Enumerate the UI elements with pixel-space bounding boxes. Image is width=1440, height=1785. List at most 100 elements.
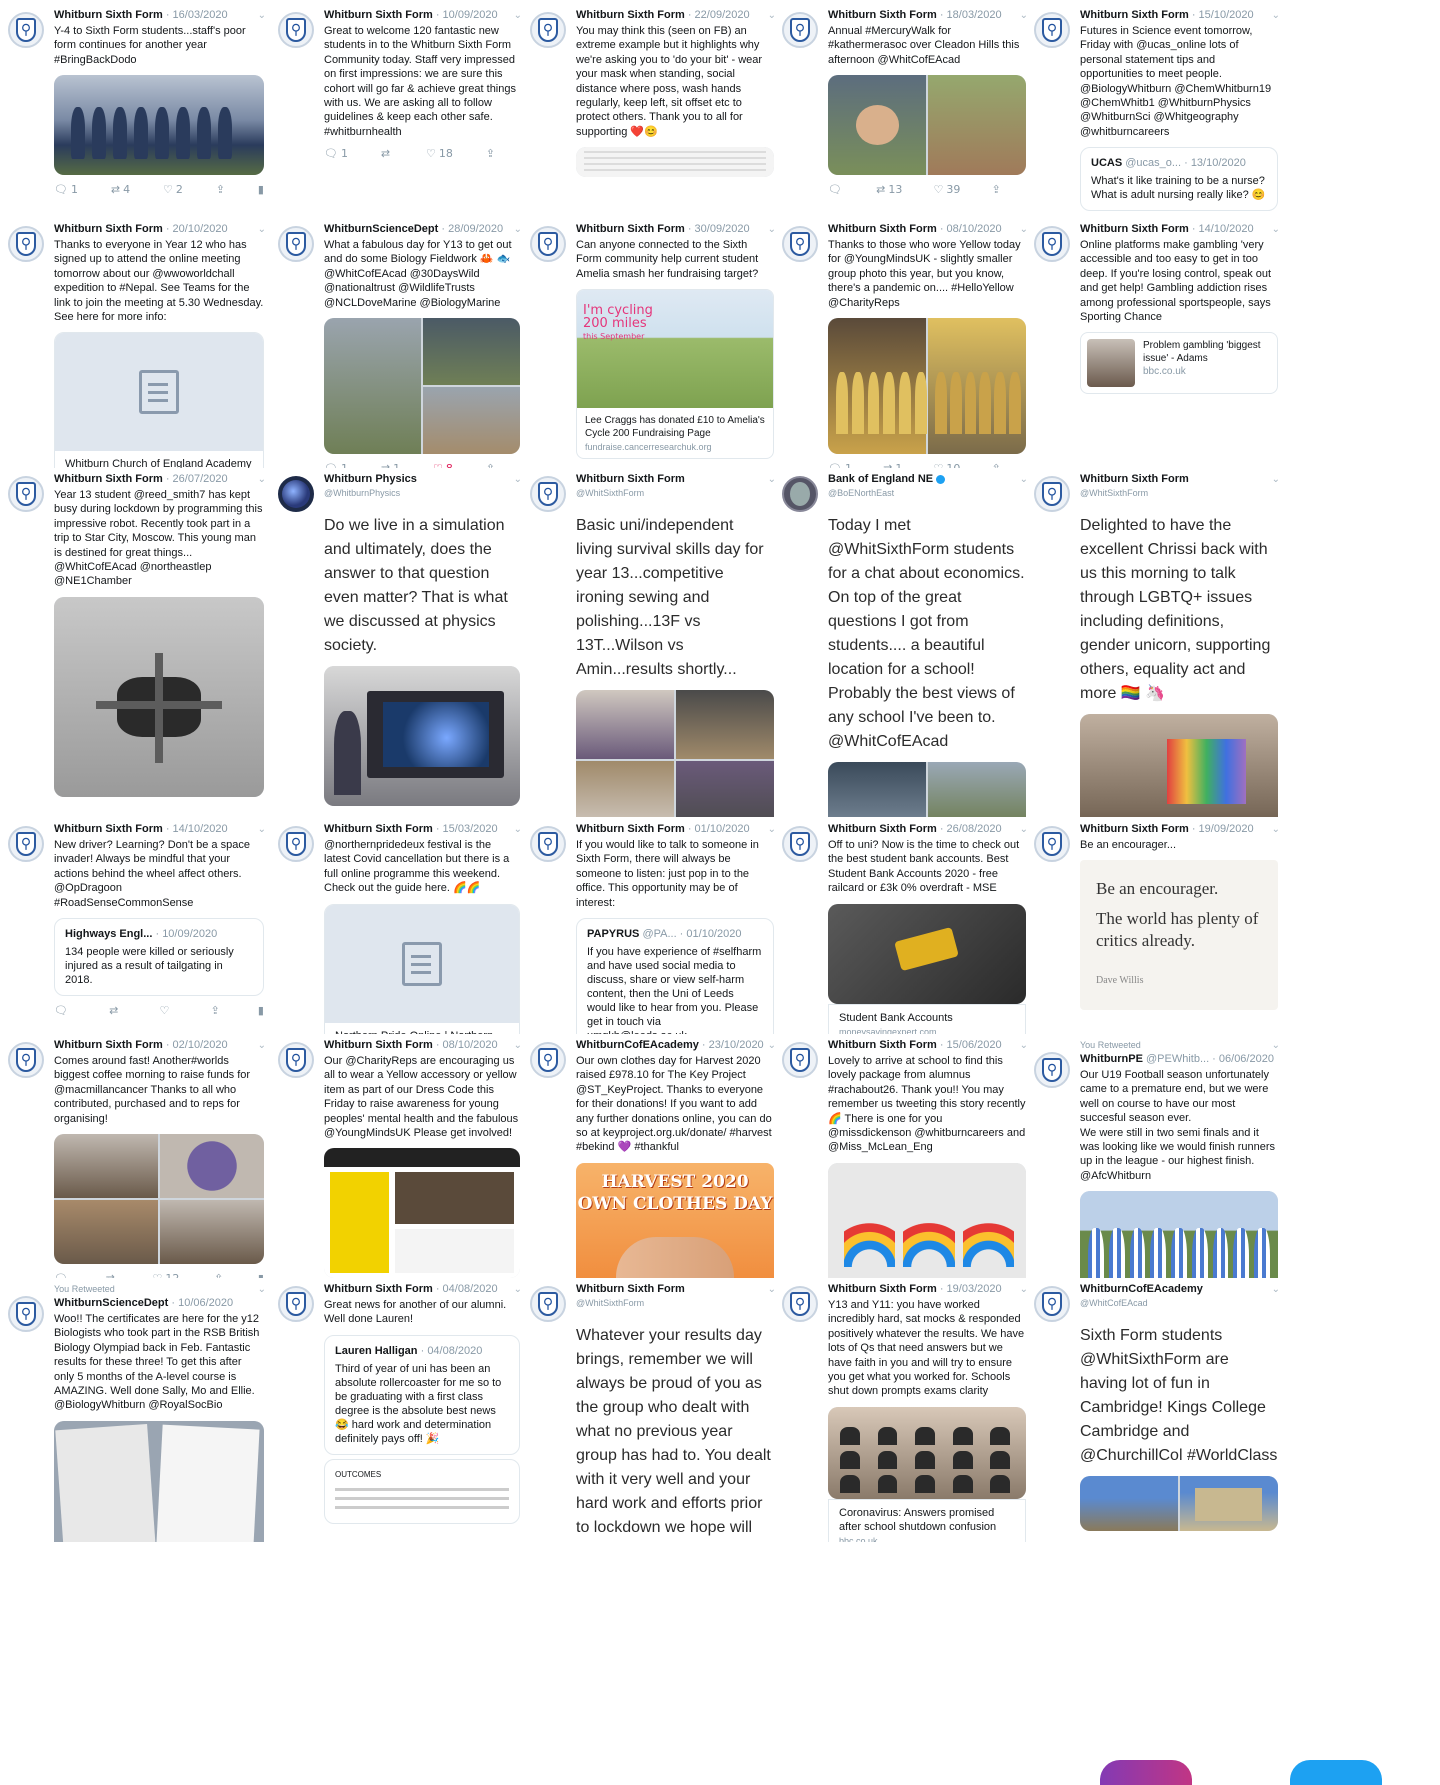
profile-avatar[interactable]: ⚲ (8, 226, 44, 262)
profile-avatar[interactable]: ⚲ (278, 1286, 314, 1322)
account-name[interactable]: WhitburnScienceDept (324, 223, 438, 235)
retweet-button[interactable]: ⇄ (109, 1002, 121, 1018)
share-button[interactable]: ⇪ (214, 1270, 223, 1278)
link-card[interactable]: Northern Pride Online | Northern (324, 903, 520, 1034)
profile-avatar[interactable]: ⚲ (1034, 12, 1070, 48)
link-card-caption[interactable]: Student Bank Accounts moneysavingexpert.c… (828, 1003, 1026, 1034)
tweet-media-image[interactable] (324, 666, 520, 806)
tweet-card[interactable]: ⚲ ⌄ You Retweeted WhitburnScienceDept · 10/… (8, 1282, 270, 1542)
retweet-button[interactable]: ⇄ (381, 145, 393, 161)
tweet-card[interactable]: ⚲ ⌄ Whitburn Sixth Form · 01/10/2020 If you… (530, 822, 780, 1034)
quote-image[interactable]: Be an encourager. The world has plenty of… (1080, 860, 1278, 1011)
account-name[interactable]: Whitburn Sixth Form (54, 223, 163, 235)
tweet-media-image[interactable] (576, 147, 774, 178)
account-name[interactable]: Whitburn Sixth Form (1080, 473, 1189, 485)
share-button[interactable]: ⇪ (211, 1002, 220, 1018)
tweet-media-image[interactable] (828, 903, 1026, 1004)
profile-avatar[interactable]: ⚲ (8, 826, 44, 862)
like-button[interactable]: ♡8 (433, 460, 453, 468)
account-name[interactable]: WhitburnPE (1080, 1053, 1143, 1065)
tweet-card[interactable]: ⚲ ⌄ Whitburn Sixth Form · 20/10/2020 Thanks… (8, 222, 270, 468)
tweet-card[interactable]: ⚲ ⌄ Whitburn Sixth Form · 14/10/2020 New dr… (8, 822, 270, 1034)
tweet-media-image[interactable] (54, 1420, 264, 1542)
tweet-card[interactable]: ⚲ ⌄ Whitburn Sixth Form · 26/08/2020 Off to… (782, 822, 1032, 1034)
profile-avatar[interactable]: ⚲ (278, 826, 314, 862)
profile-avatar[interactable]: ⚲ (530, 12, 566, 48)
account-name[interactable]: WhitburnScienceDept (54, 1297, 168, 1309)
account-name[interactable]: Bank of England NE (828, 473, 933, 485)
tweet-card[interactable]: ⚲ ⌄ Whitburn Sixth Form · 04/08/2020 Great … (278, 1282, 526, 1542)
analytics-button[interactable]: ▮ (258, 1270, 264, 1278)
profile-avatar[interactable]: ⚲ (782, 1042, 818, 1078)
profile-avatar[interactable]: ⚲ (530, 1042, 566, 1078)
tweet-card[interactable]: ⚲ ⌄ Whitburn Sixth Form @WhitSixthForm Basi… (530, 472, 780, 817)
account-name[interactable]: Whitburn Physics (324, 473, 417, 485)
tweet-media-image[interactable] (54, 75, 264, 176)
tweet-media-image[interactable] (828, 318, 1026, 455)
retweet-button[interactable]: ⇄ 4 (111, 181, 130, 197)
tweet-media-image[interactable] (828, 1162, 1026, 1278)
tweet-card[interactable]: ⚲ ⌄ Whitburn Sixth Form · 19/03/2020 Y13 an… (782, 1282, 1032, 1542)
tweet-card[interactable]: ⌄ Whitburn Physics @WhitburnPhysics Do we … (278, 472, 526, 817)
account-name[interactable]: Whitburn Sixth Form (828, 9, 937, 21)
profile-avatar[interactable]: ⚲ (782, 12, 818, 48)
like-button[interactable]: ♡12 (153, 1270, 180, 1278)
tweet-card[interactable]: ⚲ ⌄ Whitburn Sixth Form · 08/10/2020 Our @C… (278, 1038, 526, 1278)
account-name[interactable]: Whitburn Sixth Form (828, 823, 937, 835)
like-button[interactable]: ♡ 2 (163, 181, 183, 197)
account-name[interactable]: Whitburn Sixth Form (828, 1283, 937, 1295)
tweet-media-image[interactable] (828, 762, 1026, 817)
profile-avatar[interactable]: ⚲ (8, 476, 44, 512)
profile-avatar[interactable]: ⚲ (530, 826, 566, 862)
profile-avatar[interactable]: ⚲ (530, 226, 566, 262)
tweet-card[interactable]: ⚲ ⌄ WhitburnScienceDept · 28/09/2020 What a… (278, 222, 526, 468)
harvest-banner-image[interactable]: HARVEST 2020 OWN CLOTHES DAY (576, 1162, 774, 1278)
profile-avatar[interactable]: ⚲ (1034, 476, 1070, 512)
like-button[interactable]: ♡ (160, 1002, 173, 1018)
account-name[interactable]: Whitburn Sixth Form (576, 9, 685, 21)
tweet-card[interactable]: ⚲ ⌄ Whitburn Sixth Form · 14/10/2020 Online… (1034, 222, 1284, 468)
profile-avatar[interactable]: ⚲ (782, 226, 818, 262)
tweet-media-image[interactable] (1080, 1191, 1278, 1278)
account-name[interactable]: Whitburn Sixth Form (54, 1039, 163, 1051)
tweet-card[interactable]: ⚲ ⌄ Whitburn Sixth Form · 26/07/2020 Year 1… (8, 472, 270, 817)
share-button[interactable]: ⇪ (216, 181, 225, 197)
fundraising-link-card[interactable]: I'm cycling 200 miles this September Lee Cr… (576, 289, 774, 460)
retweet-button[interactable]: ⇄1 (883, 460, 902, 468)
account-name[interactable]: WhitburnCofEAcademy (576, 1039, 699, 1051)
profile-avatar[interactable]: ⚲ (278, 12, 314, 48)
profile-avatar[interactable]: ⚲ (1034, 1286, 1070, 1322)
analytics-button[interactable]: ▮ (258, 1002, 264, 1018)
tweet-card[interactable]: ⚲ ⌄ You Retweeted WhitburnPE @PEWhitb... · … (1034, 1038, 1284, 1278)
quoted-tweet[interactable]: Highways Engl... · 10/09/2020 134 people … (54, 918, 264, 997)
tweet-card[interactable]: ⚲ ⌄ Whitburn Sixth Form · 30/09/2020 Can an… (530, 222, 780, 468)
account-name[interactable]: Whitburn Sixth Form (576, 223, 685, 235)
tweet-media-image[interactable] (54, 596, 264, 797)
tweet-card[interactable]: ⚲ ⌄ Whitburn Sixth Form @WhitSixthForm What… (530, 1282, 780, 1542)
reply-button[interactable]: 🗨1 (828, 460, 852, 468)
tweet-card[interactable]: ⚲ ⌄ Whitburn Sixth Form · 18/03/2020 Annual… (782, 8, 1032, 218)
account-name[interactable]: Whitburn Sixth Form (324, 1039, 433, 1051)
reply-button[interactable]: 🗨1 (324, 145, 348, 161)
tweet-media-image[interactable] (1080, 714, 1278, 817)
profile-avatar[interactable]: ⚲ (1034, 826, 1070, 862)
share-button[interactable]: ⇪ (486, 460, 495, 468)
tweet-card[interactable]: ⚲ ⌄ Whitburn Sixth Form · 16/03/2020 Y-4 to… (8, 8, 270, 218)
tweet-media-image[interactable] (324, 318, 520, 455)
account-name[interactable]: Whitburn Sixth Form (576, 473, 685, 485)
account-name[interactable]: Whitburn Sixth Form (324, 1283, 433, 1295)
outcomes-document-image[interactable]: OUTCOMES (324, 1458, 520, 1524)
share-button[interactable]: ⇪ (486, 145, 495, 161)
share-button[interactable]: ⇪ (992, 181, 1001, 197)
account-name[interactable]: Whitburn Sixth Form (576, 823, 685, 835)
tweet-card[interactable]: ⌄ Bank of England NE @BoENorthEast Today I… (782, 472, 1032, 817)
account-name[interactable]: Whitburn Sixth Form (54, 9, 163, 21)
reply-button[interactable]: 🗨1 (324, 460, 348, 468)
profile-avatar[interactable]: ⚲ (530, 476, 566, 512)
tweet-card[interactable]: ⚲ ⌄ Whitburn Sixth Form · 19/09/2020 Be an … (1034, 822, 1284, 1034)
like-button[interactable]: ♡ 18 (426, 145, 453, 161)
profile-avatar[interactable]: ⚲ (1034, 226, 1070, 262)
account-name[interactable]: Whitburn Sixth Form (54, 473, 163, 485)
link-card-caption[interactable]: Coronavirus: Answers promised after scho… (828, 1498, 1026, 1542)
account-name[interactable]: Whitburn Sixth Form (54, 823, 163, 835)
